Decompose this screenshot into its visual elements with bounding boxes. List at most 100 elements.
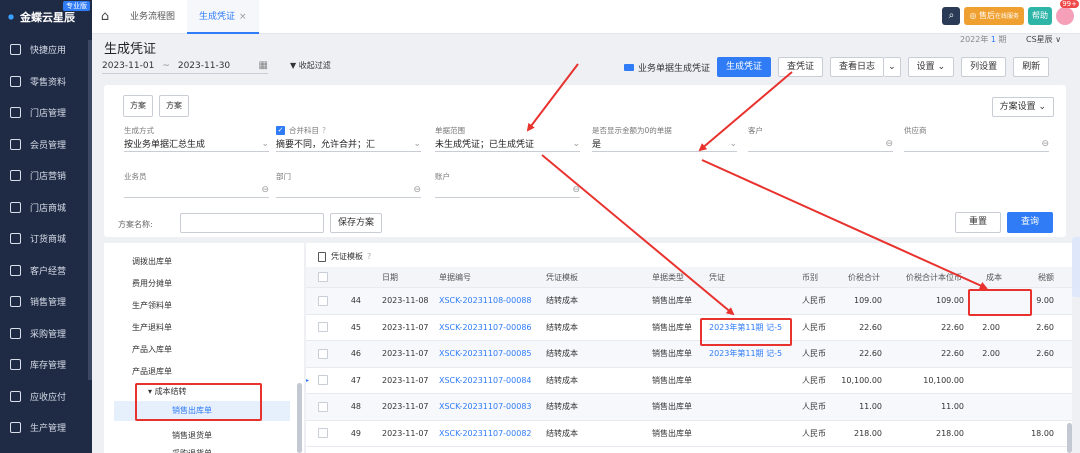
- tree-item[interactable]: 产品入库单: [132, 344, 172, 355]
- bill-range-select[interactable]: 未生成凭证；已生成凭证 ⌄: [435, 136, 580, 152]
- close-icon[interactable]: ×: [239, 12, 247, 22]
- cell-bill-link[interactable]: XSCK-20231107-00083: [439, 394, 532, 420]
- department-field[interactable]: 部门 ⊖: [276, 171, 421, 198]
- salesman-field[interactable]: 业务员 ⊖: [124, 171, 269, 198]
- table-row[interactable]: 44 2023-11-08 XSCK-20231108-00088 结转成本 销…: [306, 288, 1072, 315]
- tree-item[interactable]: 采购退货单: [172, 448, 212, 453]
- show-zero-field[interactable]: 是否显示金额为0的单据 是 ⌄: [592, 125, 737, 152]
- calendar-icon[interactable]: ▦: [259, 60, 268, 71]
- cell-bill-link[interactable]: XSCK-20231108-00088: [439, 288, 532, 314]
- row-expand-arrow-icon[interactable]: ▸: [306, 377, 309, 384]
- sidebar-item-purchase[interactable]: 采购管理: [0, 318, 92, 350]
- column-header-bill-type[interactable]: 单据类型: [652, 267, 684, 287]
- row-checkbox[interactable]: [318, 428, 328, 439]
- scheme-button-2[interactable]: 方案: [159, 95, 189, 117]
- sidebar-item-members[interactable]: 会员管理: [0, 129, 92, 161]
- sidebar-item-retail-data[interactable]: 零售资料: [0, 66, 92, 98]
- row-checkbox[interactable]: [318, 375, 328, 386]
- tree-item[interactable]: 费用分摊单: [132, 278, 172, 289]
- sidebar-scrollbar[interactable]: [88, 40, 92, 380]
- column-header-total-base[interactable]: 价税合计本位币: [906, 267, 964, 287]
- sidebar-item-inventory[interactable]: 库存管理: [0, 349, 92, 381]
- cell-bill-link[interactable]: XSCK-20231107-00086: [439, 315, 532, 341]
- table-row[interactable]: 46 2023-11-07 XSCK-20231107-00085 结转成本 销…: [306, 341, 1072, 368]
- column-header-voucher[interactable]: 凭证: [709, 267, 725, 287]
- column-header-date[interactable]: 日期: [382, 267, 398, 287]
- date-range-picker[interactable]: 2023-11-01 ~ 2023-11-30 ▦: [102, 58, 268, 74]
- scheme-name-input[interactable]: [180, 213, 324, 233]
- sidebar-item-sales[interactable]: 销售管理: [0, 286, 92, 318]
- after-sales-button[interactable]: ◎ 售后在线服务: [964, 7, 1024, 25]
- more-icon[interactable]: ⊖: [885, 139, 893, 149]
- collapse-filter-button[interactable]: ▼ 收起过滤: [290, 60, 331, 71]
- avatar[interactable]: 99+: [1056, 0, 1079, 25]
- question-icon[interactable]: ?: [322, 126, 326, 135]
- grid-scrollbar[interactable]: [1067, 423, 1072, 453]
- settings-button[interactable]: 设置 ⌄: [907, 57, 955, 77]
- merge-account-field[interactable]: ✓ 合并科目? 摘要不同，允许合并；汇 ⌄: [276, 125, 421, 152]
- sidebar-item-order-mall[interactable]: 订货商城: [0, 223, 92, 255]
- row-checkbox[interactable]: [318, 348, 328, 359]
- column-header-currency[interactable]: 币别: [802, 267, 818, 287]
- date-from[interactable]: 2023-11-01: [102, 61, 154, 71]
- date-to[interactable]: 2023-11-30: [178, 61, 230, 71]
- tree-item[interactable]: 产品退库单: [132, 366, 172, 377]
- more-icon[interactable]: ⊖: [261, 185, 269, 195]
- tab-business-flow[interactable]: 业务流程图: [118, 0, 187, 34]
- company-selector[interactable]: CS星辰 ∨: [1026, 34, 1061, 45]
- help-button[interactable]: 帮助: [1028, 7, 1052, 25]
- tree-item[interactable]: 销售退货单: [172, 430, 212, 441]
- reset-button[interactable]: 重置: [955, 212, 1001, 233]
- tree-item[interactable]: 生产领料单: [132, 300, 172, 311]
- column-header-total[interactable]: 价税合计: [848, 267, 880, 287]
- row-checkbox[interactable]: [318, 295, 328, 306]
- table-row[interactable]: ▸ 47 2023-11-07 XSCK-20231107-00084 结转成本…: [306, 368, 1072, 394]
- column-settings-button[interactable]: 列设置: [961, 57, 1007, 77]
- biz-generate-voucher-button[interactable]: 业务单据生成凭证: [624, 61, 710, 74]
- home-icon[interactable]: ⌂: [92, 0, 118, 34]
- account-field[interactable]: 账户 ⊖: [435, 171, 580, 198]
- column-header-template[interactable]: 凭证模板: [546, 267, 578, 287]
- customer-field[interactable]: 客户 ⊖: [748, 125, 893, 152]
- cell-bill-link[interactable]: XSCK-20231107-00085: [439, 341, 532, 367]
- generate-mode-field[interactable]: 生成方式 按业务单据汇总生成 ⌄: [124, 125, 269, 152]
- account-input[interactable]: ⊖: [435, 182, 580, 198]
- sidebar-item-customers[interactable]: 客户经营: [0, 255, 92, 287]
- department-input[interactable]: ⊖: [276, 182, 421, 198]
- question-icon[interactable]: ?: [367, 252, 371, 261]
- scrollbar-thumb[interactable]: [297, 383, 302, 453]
- supplier-field[interactable]: 供应商 ⊖: [904, 125, 1049, 152]
- row-checkbox[interactable]: [318, 322, 328, 333]
- customer-input[interactable]: ⊖: [748, 136, 893, 152]
- tree-scrollbar[interactable]: [296, 243, 304, 453]
- more-icon[interactable]: ⊖: [572, 185, 580, 195]
- select-all-checkbox[interactable]: [318, 272, 328, 282]
- generate-mode-select[interactable]: 按业务单据汇总生成 ⌄: [124, 136, 269, 152]
- side-float-tab[interactable]: [1072, 237, 1080, 297]
- save-scheme-button[interactable]: 保存方案: [330, 213, 383, 233]
- tab-generate-voucher[interactable]: 生成凭证 ×: [187, 0, 259, 34]
- chevron-down-icon[interactable]: ⌄: [884, 57, 901, 77]
- sidebar-item-quick-apps[interactable]: 快捷应用: [0, 34, 92, 66]
- cell-bill-link[interactable]: XSCK-20231107-00082: [439, 421, 532, 447]
- view-log-button[interactable]: 查看日志: [830, 57, 885, 77]
- table-row[interactable]: 45 2023-11-07 XSCK-20231107-00086 结转成本 销…: [306, 315, 1072, 341]
- merge-account-select[interactable]: 摘要不同，允许合并；汇 ⌄: [276, 136, 421, 152]
- search-icon[interactable]: ⌕: [942, 7, 961, 25]
- view-voucher-button[interactable]: 查凭证: [778, 57, 824, 77]
- bill-range-field[interactable]: 单据范围 未生成凭证；已生成凭证 ⌄: [435, 125, 580, 152]
- app-logo[interactable]: 金蝶云星辰 专业版: [0, 0, 92, 34]
- column-header-bill-no[interactable]: 单据编号: [439, 267, 471, 287]
- checkbox-checked-icon[interactable]: ✓: [276, 126, 285, 135]
- column-header-cost[interactable]: 成本: [986, 267, 1002, 287]
- tree-item[interactable]: 生产退料单: [132, 322, 172, 333]
- more-icon[interactable]: ⊖: [1041, 139, 1049, 149]
- sidebar-item-store-mall[interactable]: 门店商城: [0, 192, 92, 224]
- supplier-input[interactable]: ⊖: [904, 136, 1049, 152]
- cell-bill-link[interactable]: XSCK-20231107-00084: [439, 368, 532, 394]
- table-row[interactable]: 49 2023-11-07 XSCK-20231107-00082 结转成本 销…: [306, 421, 1072, 447]
- salesman-input[interactable]: ⊖: [124, 182, 269, 198]
- tree-item[interactable]: 调拨出库单: [132, 256, 172, 267]
- sidebar-item-store-marketing[interactable]: 门店营销: [0, 160, 92, 192]
- sidebar-item-production[interactable]: 生产管理: [0, 412, 92, 444]
